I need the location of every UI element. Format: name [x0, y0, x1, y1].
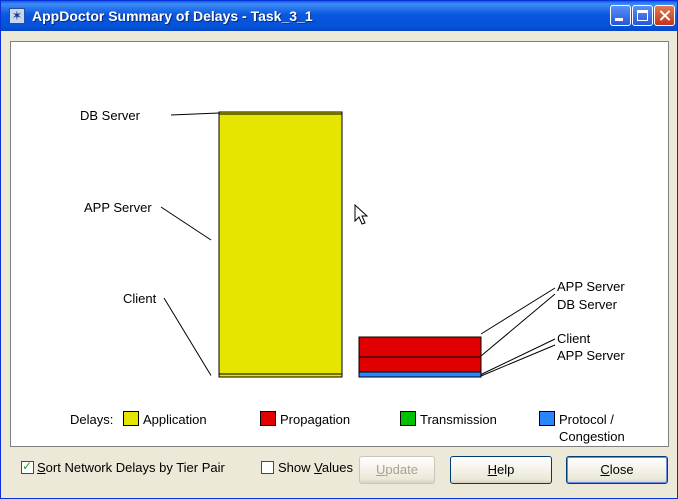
legend-label-transmission: Transmission: [420, 412, 497, 427]
legend-label-application: Application: [143, 412, 207, 427]
help-button[interactable]: Help: [450, 456, 552, 484]
update-button[interactable]: Update: [359, 456, 435, 484]
legend-label-propagation: Propagation: [280, 412, 351, 427]
sort-network-delays-label[interactable]: Sort Network Delays by Tier Pair: [37, 460, 225, 475]
show-values-label[interactable]: Show Values: [278, 460, 353, 475]
leader-db-server: [170, 112, 220, 116]
callout-client: Client: [123, 291, 157, 306]
show-values-checkbox[interactable]: [261, 461, 274, 474]
title-bar[interactable]: ✶ AppDoctor Summary of Delays - Task_3_1: [1, 1, 677, 31]
minimize-button[interactable]: [610, 5, 631, 26]
close-button[interactable]: Close: [566, 456, 668, 484]
delay-chart: [160, 111, 556, 378]
bar-segment-0-1: [218, 113, 343, 375]
legend-swatch-propagation: [260, 411, 276, 426]
callout-app-server-tier: APP Server: [557, 279, 625, 294]
callout-app-server-tier-2: APP Server: [557, 348, 625, 363]
legend-swatch-transmission: [400, 411, 416, 426]
window-title: AppDoctor Summary of Delays - Task_3_1: [32, 8, 313, 24]
leader-app-db-2: [480, 293, 556, 357]
legend-prefix: Delays:: [70, 412, 114, 427]
maximize-button[interactable]: [632, 5, 653, 26]
bar-segment-1-2: [358, 336, 482, 358]
legend-label-congestion: Congestion: [559, 429, 625, 444]
leader-client-app-2: [480, 344, 556, 377]
leader-client-app-1: [480, 338, 556, 375]
leader-app-db-1: [480, 287, 556, 335]
bar-segment-1-0: [358, 371, 482, 378]
callout-db-server: DB Server: [80, 108, 140, 123]
callout-db-server-tier: DB Server: [557, 297, 617, 312]
close-window-button[interactable]: [654, 5, 675, 26]
legend-label-protocol: Protocol /: [559, 412, 614, 427]
legend-swatch-application: [123, 411, 139, 426]
callout-client-tier: Client: [557, 331, 591, 346]
sort-network-delays-checkbox[interactable]: [21, 459, 34, 474]
star-app-icon[interactable]: ✶: [9, 8, 25, 24]
bars-layer: [218, 111, 482, 378]
leader-client: [163, 297, 212, 376]
mouse-pointer-icon: [354, 204, 368, 225]
bar-segment-0-2: [218, 111, 343, 115]
chart-panel: DB Server APP Server Client APP Server D…: [10, 41, 669, 447]
app-window: ✶ AppDoctor Summary of Delays - Task_3_1…: [0, 0, 678, 499]
bar-segment-1-1: [358, 356, 482, 373]
leader-app-server: [160, 206, 212, 241]
control-bar: Sort Network Delays by Tier Pair Show Va…: [1, 451, 678, 491]
callout-app-server: APP Server: [84, 200, 152, 215]
legend-swatch-protocol: [539, 411, 555, 426]
